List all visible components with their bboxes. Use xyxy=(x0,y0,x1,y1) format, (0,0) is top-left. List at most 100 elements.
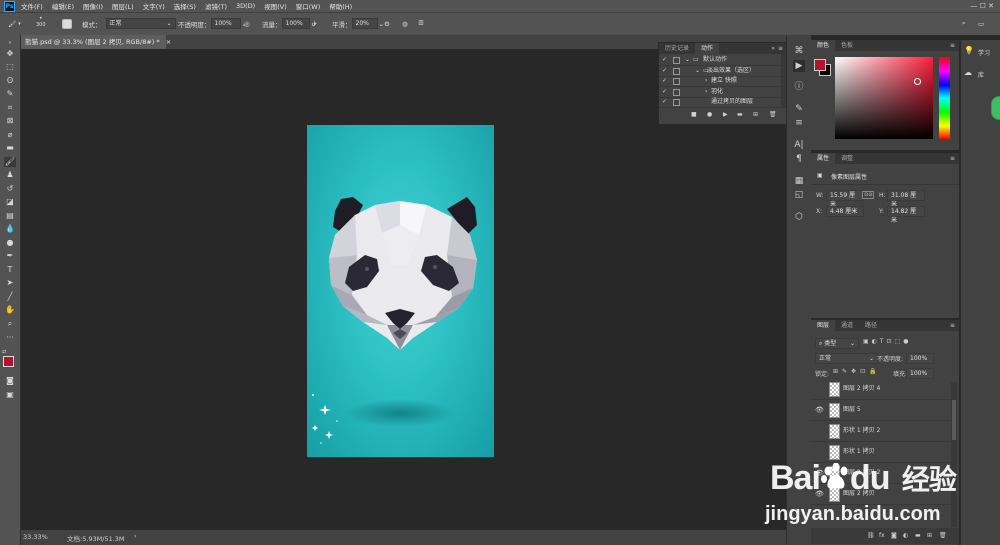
color-panel-menu-icon[interactable]: ≡ xyxy=(950,40,959,51)
airbrush-icon[interactable]: ✈ xyxy=(312,18,317,29)
healing-brush-tool-icon[interactable]: ▬ xyxy=(4,143,16,153)
shape-tool-icon[interactable]: ╱ xyxy=(4,292,16,302)
action-row[interactable]: ✓ › 建立 快照 xyxy=(659,76,781,87)
action-row[interactable]: ✓ 通过拷贝的图层 xyxy=(659,97,781,108)
tab-properties[interactable]: 属性 xyxy=(811,153,836,164)
layer-thumbnail[interactable] xyxy=(829,403,840,418)
lock-icons[interactable]: ⊞✎✥⊡🔒 xyxy=(833,368,881,375)
layer-visibility-eye-icon[interactable]: 👁 xyxy=(815,400,824,420)
mode-select[interactable]: 正常 ⌄ xyxy=(105,18,176,29)
smoothing-input[interactable]: 20% xyxy=(351,18,378,29)
layer-filter-select[interactable]: ⌕ 类型 ⌄ xyxy=(815,338,859,349)
action-expander-icon[interactable]: › xyxy=(705,87,707,97)
action-dialog-toggle-icon[interactable] xyxy=(673,57,680,64)
lasso-tool-icon[interactable]: ʘ xyxy=(4,76,16,86)
layers-scrollbar-thumb[interactable] xyxy=(952,400,956,440)
hand-tool-icon[interactable]: ✋ xyxy=(4,305,16,315)
y-input[interactable]: 14.82 厘米 xyxy=(887,206,925,224)
paragraph-panel-icon[interactable]: ¶ xyxy=(793,153,805,165)
adjustment-layer-icon[interactable]: ◐ xyxy=(903,532,908,539)
history-panel-icon[interactable]: ⌘ xyxy=(793,45,805,57)
brush-tool-preset-icon[interactable]: 🖌 ▾ xyxy=(8,18,21,29)
fill-input[interactable]: 100% xyxy=(906,368,934,379)
action-dialog-toggle-icon[interactable] xyxy=(673,88,680,96)
action-enabled-checkmark-icon[interactable]: ✓ xyxy=(662,97,667,107)
action-enabled-checkmark-icon[interactable]: ✓ xyxy=(662,87,667,97)
pressure-opacity-icon[interactable]: ◎ xyxy=(244,18,250,29)
document-info[interactable]: 文档:5.93M/51.3M xyxy=(67,533,125,543)
layer-row[interactable]: 图层 2 拷贝 4 xyxy=(811,379,951,400)
play-icon[interactable]: ▶ xyxy=(723,111,728,118)
quick-select-tool-icon[interactable]: ✎ xyxy=(4,89,16,99)
brush-panel-toggle-icon[interactable] xyxy=(62,18,72,29)
styles-panel-icon[interactable]: ◱ xyxy=(793,189,805,201)
document-tab[interactable]: 熊猫.psd @ 33.3% (图层 2 拷贝, RGB/8#) * × xyxy=(21,35,171,49)
new-set-folder-icon[interactable]: ▬ xyxy=(737,111,743,118)
flow-input[interactable]: 100% xyxy=(281,18,310,29)
libraries-panel-icon[interactable]: ▦ xyxy=(793,175,805,187)
menu-type[interactable]: 文字(Y) xyxy=(143,1,165,11)
foreground-color-swatch[interactable] xyxy=(3,356,14,367)
layers-scrollbar[interactable] xyxy=(951,382,957,527)
action-dialog-toggle-icon[interactable] xyxy=(673,67,680,75)
action-dialog-toggle-icon[interactable] xyxy=(673,78,680,85)
history-brush-tool-icon[interactable]: ↺ xyxy=(4,184,16,194)
pressure-size-icon[interactable]: ◍ xyxy=(402,18,408,29)
eraser-tool-icon[interactable]: ◪ xyxy=(4,197,16,207)
opacity-input[interactable]: 100% xyxy=(210,18,241,29)
x-input[interactable]: 4.48 厘米 xyxy=(826,206,864,217)
layer-filter-icons[interactable]: ▣◐T⊡⬚● xyxy=(863,338,912,345)
action-expander-icon[interactable]: ⌄ xyxy=(685,55,690,65)
height-input[interactable]: 31.08 厘米 xyxy=(887,190,925,208)
layer-opacity-input[interactable]: 100% xyxy=(906,353,934,364)
layer-blend-mode-select[interactable]: 正常 ⌄ xyxy=(815,353,878,364)
dodge-tool-icon[interactable]: ● xyxy=(4,238,16,248)
delete-action-trash-icon[interactable]: 🗑 xyxy=(769,111,777,118)
frame-tool-icon[interactable]: ⊠ xyxy=(4,116,16,126)
status-menu-arrow-icon[interactable]: › xyxy=(134,532,137,540)
tab-layers[interactable]: 图层 xyxy=(811,320,836,331)
type-tool-icon[interactable]: T xyxy=(4,265,16,275)
tab-paths[interactable]: 路径 xyxy=(859,320,883,331)
color-panel-foreground-swatch[interactable] xyxy=(814,59,826,71)
layer-name[interactable]: 形状 1 拷贝 2 xyxy=(843,421,880,441)
clone-stamp-tool-icon[interactable]: ♟ xyxy=(4,170,16,180)
layer-thumbnail[interactable] xyxy=(829,382,840,397)
menu-edit[interactable]: 编辑(E) xyxy=(52,1,74,11)
symmetry-butterfly-icon[interactable]: ꕥ xyxy=(418,18,424,29)
layer-thumbnail[interactable] xyxy=(829,424,840,439)
color-picker-cursor[interactable] xyxy=(914,78,921,85)
menu-window[interactable]: 窗口(W) xyxy=(296,1,321,11)
action-dialog-toggle-icon[interactable] xyxy=(673,99,680,106)
tab-adjustments[interactable]: 调整 xyxy=(835,153,859,164)
marquee-tool-icon[interactable]: ⬚ xyxy=(4,62,16,72)
properties-panel-menu-icon[interactable]: ≡ xyxy=(950,153,959,164)
gradient-tool-icon[interactable]: ▤ xyxy=(4,211,16,221)
tab-history[interactable]: 历史记录 xyxy=(659,43,695,54)
workspace-icon[interactable]: ▭ xyxy=(978,18,984,29)
width-input[interactable]: 15.59 厘米 xyxy=(826,190,864,208)
add-mask-icon[interactable]: ◙ xyxy=(891,532,897,539)
learn-label[interactable]: 学习 xyxy=(978,48,990,57)
close-tab-icon[interactable]: × xyxy=(166,38,171,46)
link-layers-icon[interactable]: ⛓ xyxy=(867,532,875,539)
panel-collapse-icon[interactable]: » xyxy=(771,43,778,54)
fx-icon[interactable]: fx xyxy=(879,532,885,539)
action-enabled-checkmark-icon[interactable]: ✓ xyxy=(662,66,667,76)
blur-tool-icon[interactable]: 💧 xyxy=(4,224,16,234)
info-panel-icon[interactable]: ⓘ xyxy=(793,81,805,93)
new-group-icon[interactable]: ▬ xyxy=(915,532,921,539)
edit-toolbar-icon[interactable]: ··· xyxy=(4,333,16,343)
new-layer-icon[interactable]: ⊞ xyxy=(927,532,932,539)
pen-tool-icon[interactable]: ✒ xyxy=(4,251,16,261)
toolbar-collapse-icon[interactable]: » xyxy=(4,38,16,48)
path-selection-tool-icon[interactable]: ➤ xyxy=(4,278,16,288)
brush-tool-icon[interactable]: 🖌 xyxy=(4,157,16,167)
tab-color[interactable]: 颜色 xyxy=(811,40,836,51)
color-saturation-field[interactable] xyxy=(835,57,933,139)
delete-layer-trash-icon[interactable]: 🗑 xyxy=(939,532,947,539)
adjustments-icon[interactable]: ≡ xyxy=(793,117,805,129)
menu-3d[interactable]: 3D(D) xyxy=(236,2,255,10)
library-icon[interactable]: ☁ xyxy=(964,68,972,77)
crop-tool-icon[interactable]: ⌗ xyxy=(4,103,16,113)
